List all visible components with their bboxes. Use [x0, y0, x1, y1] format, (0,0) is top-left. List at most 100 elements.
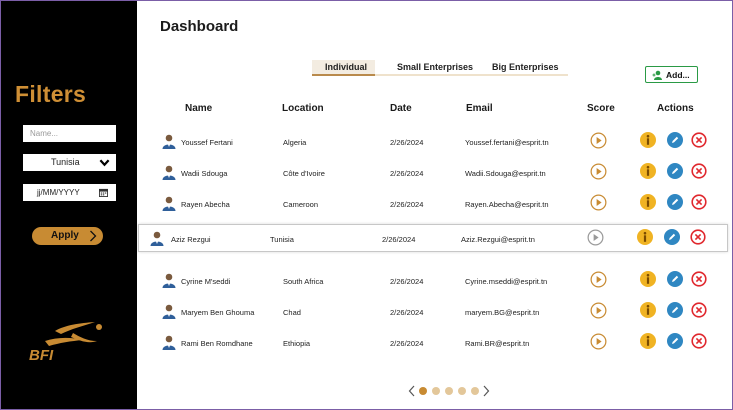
row-email: Wadii.Sdouga@esprit.tn [465, 169, 546, 178]
row-date: 2/26/2024 [390, 308, 424, 317]
user-avatar-icon [150, 231, 164, 246]
edit-pencil-icon[interactable] [667, 302, 683, 318]
row-email: maryem.BG@esprit.tn [465, 308, 540, 317]
row-date: 2/26/2024 [390, 200, 424, 209]
row-email: Aziz.Rezgui@esprit.tn [461, 235, 535, 244]
info-icon[interactable] [640, 194, 656, 210]
row-location: Chad [283, 308, 301, 317]
delete-x-icon[interactable] [691, 302, 707, 318]
page-dot[interactable] [458, 387, 466, 395]
column-header-email: Email [466, 103, 493, 114]
play-score-icon[interactable] [590, 271, 607, 288]
tab-individual[interactable]: Individual [312, 60, 376, 76]
country-select-value: Tunisia [51, 157, 80, 167]
edit-pencil-icon[interactable] [667, 194, 683, 210]
table-row-selected[interactable]: Aziz Rezgui Tunisia 2/26/2024 Aziz.Rezgui@e… [138, 224, 728, 252]
calendar-icon [99, 188, 108, 197]
filters-sidebar: Filters Tunisia jj/MM/YYYY Apply BFI [1, 1, 137, 409]
filters-title: Filters [15, 81, 87, 107]
chevron-down-icon [99, 159, 110, 167]
delete-x-icon[interactable] [691, 333, 707, 349]
delete-x-icon[interactable] [690, 229, 706, 245]
user-avatar-icon [162, 304, 176, 319]
page-title: Dashboard [160, 18, 239, 35]
column-header-actions: Actions [657, 103, 694, 114]
play-score-icon[interactable] [590, 132, 607, 149]
delete-x-icon[interactable] [691, 271, 707, 287]
table-row[interactable]: Rami Ben Romdhane Ethiopia 2/26/2024 Rami.B… [138, 329, 728, 357]
edit-pencil-icon[interactable] [667, 271, 683, 287]
play-score-icon[interactable] [590, 163, 607, 180]
page-dot[interactable] [419, 387, 427, 395]
logo-text: BFI [29, 347, 54, 364]
date-filter-value: jj/MM/YYYY [37, 188, 80, 197]
info-icon[interactable] [640, 271, 656, 287]
apply-button[interactable]: Apply [32, 227, 103, 245]
row-name: Rami Ben Romdhane [181, 339, 253, 348]
table-row[interactable]: Maryem Ben Ghouma Chad 2/26/2024 maryem.BG@… [138, 298, 728, 326]
row-name: Wadii Sdouga [181, 169, 228, 178]
row-date: 2/26/2024 [390, 277, 424, 286]
row-email: Rami.BR@esprit.tn [465, 339, 530, 348]
column-header-date: Date [390, 103, 412, 114]
column-header-score: Score [587, 103, 615, 114]
name-filter-input[interactable] [23, 125, 116, 142]
edit-pencil-icon[interactable] [667, 132, 683, 148]
info-icon[interactable] [640, 163, 656, 179]
row-name: Aziz Rezgui [171, 235, 211, 244]
row-location: Tunisia [270, 235, 294, 244]
table-row[interactable]: Youssef Fertani Algeria 2/26/2024 Youssef.f… [138, 128, 728, 156]
play-score-icon[interactable] [590, 302, 607, 319]
user-avatar-icon [162, 273, 176, 288]
row-date: 2/26/2024 [390, 169, 424, 178]
table-row[interactable]: Cyrine M'seddi South Africa 2/26/2024 Cyrin… [138, 267, 728, 295]
row-location: Ethiopia [283, 339, 311, 348]
info-icon[interactable] [637, 229, 653, 245]
previous-page-icon[interactable] [408, 385, 416, 397]
bfi-logo: BFI [29, 322, 102, 364]
row-location: Côte d'Ivoire [283, 169, 325, 178]
page-dot[interactable] [432, 387, 440, 395]
country-select[interactable]: Tunisia [23, 154, 116, 171]
row-name: Maryem Ben Ghouma [181, 308, 255, 317]
row-email: Cyrine.mseddi@esprit.tn [465, 277, 548, 286]
info-icon[interactable] [640, 333, 656, 349]
row-date: 2/26/2024 [390, 339, 424, 348]
info-icon[interactable] [640, 302, 656, 318]
row-name: Youssef Fertani [181, 138, 233, 147]
row-email: Rayen.Abecha@esprit.tn [465, 200, 549, 209]
add-user-button[interactable]: Add... [645, 66, 698, 83]
tab-big-enterprises[interactable]: Big Enterprises [492, 62, 559, 72]
category-tabs: Individual Small Enterprises Big Enterpr… [312, 60, 568, 76]
table-row[interactable]: Rayen Abecha Cameroon 2/26/2024 Rayen.Abech… [138, 190, 728, 218]
row-date: 2/26/2024 [390, 138, 424, 147]
row-name: Rayen Abecha [181, 200, 230, 209]
row-location: Cameroon [283, 200, 319, 209]
play-score-icon[interactable] [587, 229, 604, 246]
row-location: Algeria [283, 138, 307, 147]
date-filter-input[interactable]: jj/MM/YYYY [23, 184, 116, 201]
play-score-icon[interactable] [590, 194, 607, 211]
column-header-name: Name [185, 103, 213, 114]
table-row[interactable]: Wadii Sdouga Côte d'Ivoire 2/26/2024 Wadii.… [138, 159, 728, 187]
pagination [404, 384, 494, 398]
add-user-icon [652, 70, 662, 80]
tab-small-enterprises[interactable]: Small Enterprises [397, 62, 473, 72]
apply-button-label: Apply [51, 230, 79, 241]
column-header-location: Location [282, 103, 324, 114]
delete-x-icon[interactable] [691, 132, 707, 148]
user-avatar-icon [162, 335, 176, 350]
page-dot[interactable] [471, 387, 479, 395]
play-score-icon[interactable] [590, 333, 607, 350]
row-location: South Africa [283, 277, 324, 286]
user-avatar-icon [162, 196, 176, 211]
edit-pencil-icon[interactable] [667, 163, 683, 179]
edit-pencil-icon[interactable] [664, 229, 680, 245]
delete-x-icon[interactable] [691, 194, 707, 210]
next-page-icon[interactable] [482, 385, 490, 397]
edit-pencil-icon[interactable] [667, 333, 683, 349]
page-dot[interactable] [445, 387, 453, 395]
info-icon[interactable] [640, 132, 656, 148]
user-avatar-icon [162, 134, 176, 149]
delete-x-icon[interactable] [691, 163, 707, 179]
